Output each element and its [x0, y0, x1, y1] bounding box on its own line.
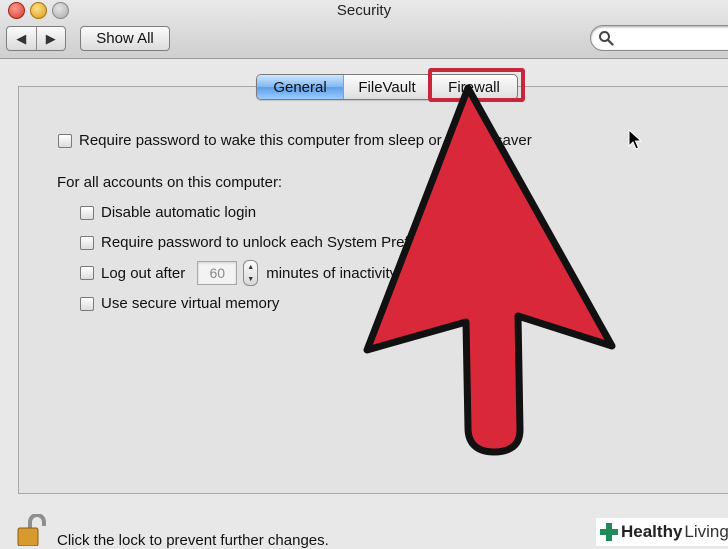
- search-icon: [599, 31, 614, 46]
- watermark-text-light: Living: [684, 522, 728, 541]
- log-out-after-row: Log out after 60 ▲ ▼ minutes of inactivi…: [80, 260, 397, 286]
- require-password-wake-row[interactable]: Require password to wake this computer f…: [58, 132, 532, 149]
- window-titlebar: Security ◀ ▶ Show All: [0, 0, 728, 59]
- firewall-highlight-box: [428, 68, 525, 102]
- secure-virtual-memory-checkbox[interactable]: [80, 296, 94, 311]
- mouse-pointer-icon: [628, 129, 642, 150]
- disable-automatic-login-checkbox[interactable]: [80, 205, 94, 220]
- watermark-text-bold: Healthy: [621, 522, 683, 541]
- log-out-after-checkbox[interactable]: [80, 266, 94, 280]
- disable-automatic-login-label: Disable automatic login: [101, 204, 257, 221]
- stepper-down-icon: ▼: [247, 275, 255, 283]
- logout-minutes-stepper[interactable]: ▲ ▼: [243, 260, 259, 286]
- require-password-unlock-checkbox[interactable]: [80, 235, 94, 250]
- forward-arrow-icon: ▶: [45, 30, 56, 46]
- minutes-inactivity-label: minutes of inactivity: [266, 264, 398, 282]
- stepper-up-icon: ▲: [247, 263, 255, 271]
- back-button[interactable]: ◀: [7, 27, 36, 50]
- secure-virtual-memory-row[interactable]: Use secure virtual memory: [80, 295, 279, 312]
- healthy-living-watermark: Healthy Living: [596, 518, 728, 546]
- tab-general[interactable]: General: [257, 75, 343, 99]
- search-field[interactable]: [590, 25, 728, 51]
- forward-button[interactable]: ▶: [35, 27, 66, 50]
- all-accounts-heading: For all accounts on this computer:: [57, 174, 283, 191]
- secure-virtual-memory-label: Use secure virtual memory: [101, 295, 280, 312]
- logout-minutes-field[interactable]: 60: [197, 261, 238, 285]
- back-forward-control: ◀ ▶: [6, 26, 66, 51]
- lock-icon[interactable]: [16, 514, 50, 546]
- require-password-unlock-label: Require password to unlock each System P…: [101, 234, 500, 251]
- require-password-wake-label: Require password to wake this computer f…: [79, 132, 532, 149]
- disable-automatic-login-row[interactable]: Disable automatic login: [80, 204, 256, 221]
- show-all-button[interactable]: Show All: [80, 26, 170, 51]
- back-arrow-icon: ◀: [16, 30, 27, 46]
- require-password-wake-checkbox[interactable]: [58, 133, 72, 148]
- window-title: Security: [336, 2, 392, 19]
- lock-instruction-text: Click the lock to prevent further change…: [57, 532, 329, 549]
- tab-filevault[interactable]: FileVault: [343, 75, 430, 99]
- log-out-after-label: Log out after: [101, 264, 186, 282]
- require-password-unlock-row[interactable]: Require password to unlock each System P…: [80, 234, 500, 251]
- health-cross-icon: [600, 523, 618, 541]
